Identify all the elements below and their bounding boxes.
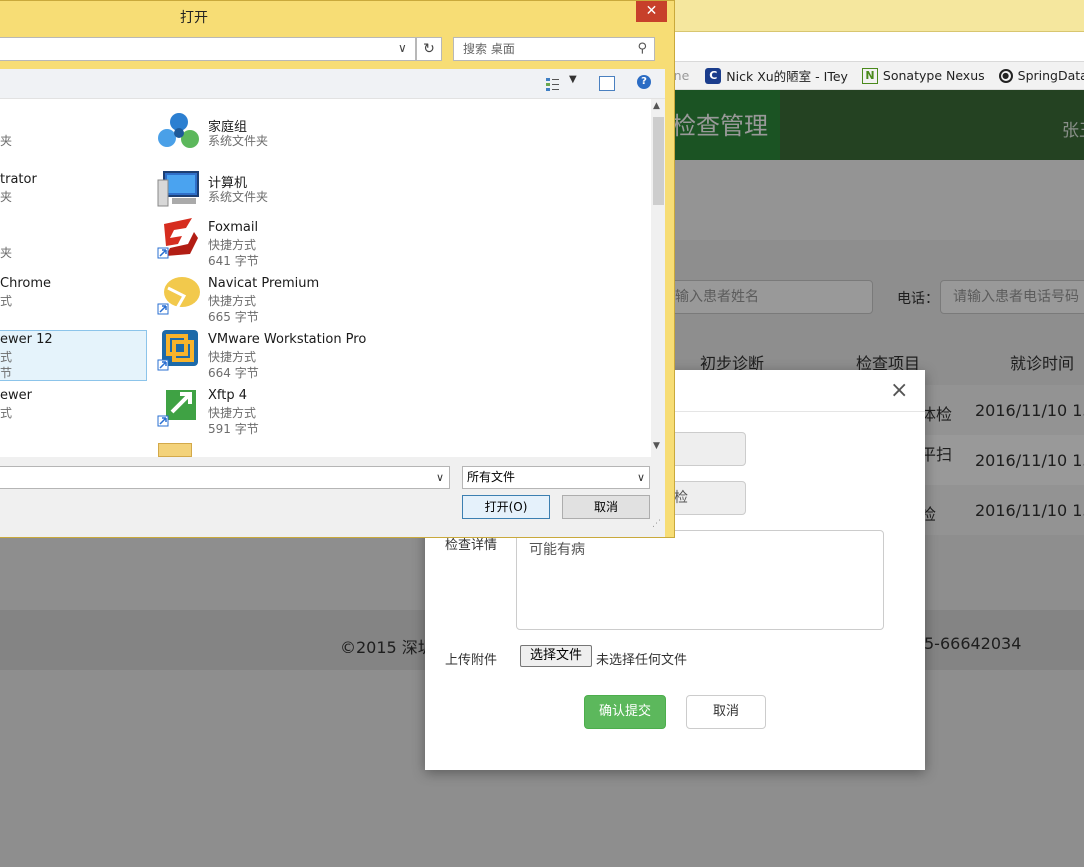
list-item-navicat[interactable]: Navicat Premium 快捷方式 665 字节	[154, 276, 454, 328]
view-options-icon[interactable]	[545, 76, 561, 92]
cancel-button[interactable]: 取消	[686, 695, 766, 729]
detail-textarea[interactable]: 可能有病	[516, 530, 884, 630]
list-item-type: 式	[0, 294, 13, 308]
list-item-foxmail[interactable]: Foxmail 快捷方式 641 字节	[154, 218, 454, 272]
item-type: 快捷方式	[208, 238, 257, 252]
list-item-name[interactable]: ewer 12	[0, 332, 53, 347]
item-size: 591 字节	[208, 422, 259, 436]
filetype-value: 所有文件	[467, 470, 516, 484]
search-placeholder: 搜索 桌面	[463, 42, 515, 56]
chevron-down-icon[interactable]: ∨	[398, 41, 407, 55]
item-size: 641 字节	[208, 254, 259, 268]
search-input[interactable]: 搜索 桌面 ⚲	[453, 37, 655, 61]
bookmark-label: Nick Xu的陋室 - ITey	[726, 69, 848, 84]
dialog-footer: ∨ 所有文件 ∨ 打开(O) 取消 ⋰	[0, 457, 665, 537]
dialog-toolbar: ▼ ?	[0, 69, 665, 99]
list-item-name[interactable]: trator	[0, 172, 37, 187]
homegroup-icon	[158, 113, 199, 148]
bookmarks-bar: ane C Nick Xu的陋室 - ITey N Sonatype Nexus…	[660, 62, 1084, 90]
chevron-down-icon[interactable]: ▼	[569, 74, 577, 85]
list-item-type: 夹	[0, 246, 13, 260]
dialog-title: 打开	[180, 10, 208, 26]
list-item-type: 式	[0, 350, 13, 364]
item-name: Navicat Premium	[208, 276, 320, 291]
dialog-close-button[interactable]: ✕	[636, 1, 667, 22]
chevron-down-icon[interactable]: ∨	[436, 471, 444, 484]
xftp-icon	[157, 390, 196, 427]
itey-icon: C	[705, 67, 722, 84]
foxmail-icon	[157, 218, 198, 259]
scrollbar-thumb[interactable]	[653, 117, 664, 205]
list-item-homegroup[interactable]: 家庭组 系统文件夹	[154, 113, 454, 168]
bookmark-springdatajpa[interactable]: ● SpringDataJpa	[998, 68, 1084, 83]
help-icon[interactable]: ?	[637, 75, 651, 89]
list-item-name[interactable]: Chrome	[0, 276, 51, 291]
browser-address-bar[interactable]	[670, 32, 1084, 62]
list-item-vmware[interactable]: VMware Workstation Pro 快捷方式 664 字节	[154, 330, 454, 384]
attachment-label: 上传附件	[445, 653, 498, 668]
chevron-down-icon[interactable]: ∨	[637, 467, 645, 488]
scrollbar[interactable]: ▲ ▼	[651, 99, 665, 457]
item-size: 664 字节	[208, 366, 259, 380]
item-name: Xftp 4	[208, 388, 248, 403]
resize-grip-icon[interactable]: ⋰	[652, 519, 661, 529]
refresh-icon[interactable]: ↻	[416, 37, 442, 61]
preview-pane-icon[interactable]	[599, 76, 615, 91]
scroll-down-icon[interactable]: ▼	[653, 441, 660, 451]
list-item-type: 夹	[0, 134, 13, 148]
computer-icon	[157, 171, 199, 207]
filetype-select[interactable]: 所有文件 ∨	[462, 466, 650, 489]
bookmark-nexus[interactable]: N Sonatype Nexus	[861, 67, 985, 84]
list-item-name[interactable]: ewer	[0, 388, 32, 403]
submit-button[interactable]: 确认提交	[584, 695, 666, 729]
list-item-type: 式	[0, 406, 13, 420]
item-type: 系统文件夹	[208, 190, 269, 204]
no-file-chosen: 未选择任何文件	[596, 653, 688, 668]
nexus-icon: N	[861, 67, 878, 84]
item-type: 快捷方式	[208, 294, 257, 308]
list-item-type: 夹	[0, 190, 13, 204]
vmware-icon	[157, 330, 198, 371]
bookmark-label: Sonatype Nexus	[882, 68, 985, 83]
path-bar[interactable]: ∨	[0, 37, 416, 61]
navicat-icon	[157, 277, 200, 315]
item-size: 665 字节	[208, 310, 259, 324]
bookmark-label: SpringDataJpa	[1017, 68, 1084, 83]
scroll-up-icon[interactable]: ▲	[653, 101, 660, 111]
file-list: 夹 trator 夹 夹 Chrome 式 ewer 12 式 节 ewer 式…	[0, 99, 651, 457]
folder-icon[interactable]	[158, 443, 192, 457]
item-type: 快捷方式	[208, 406, 257, 420]
browser-title-strip	[670, 0, 1084, 32]
item-name: Foxmail	[208, 220, 259, 235]
open-button[interactable]: 打开(O)	[462, 495, 550, 519]
bookmark-itey[interactable]: C Nick Xu的陋室 - ITey	[705, 66, 848, 85]
open-file-dialog: 打开 ✕ ∨ ↻ 搜索 桌面 ⚲ ▼ ? 夹 trator 夹 夹 Chrome…	[0, 0, 675, 538]
dialog-cancel-button[interactable]: 取消	[562, 495, 650, 519]
item-name: VMware Workstation Pro	[208, 332, 367, 347]
search-icon: ⚲	[637, 41, 647, 56]
choose-file-button[interactable]: 选择文件	[520, 645, 592, 667]
filename-input[interactable]: ∨	[0, 466, 450, 489]
item-type: 系统文件夹	[208, 134, 269, 148]
list-item-size: 节	[0, 366, 13, 380]
list-item-xftp[interactable]: Xftp 4 快捷方式 591 字节	[154, 388, 454, 440]
github-icon: ●	[998, 68, 1013, 83]
close-icon[interactable]: ×	[890, 378, 908, 403]
item-type: 快捷方式	[208, 350, 257, 364]
